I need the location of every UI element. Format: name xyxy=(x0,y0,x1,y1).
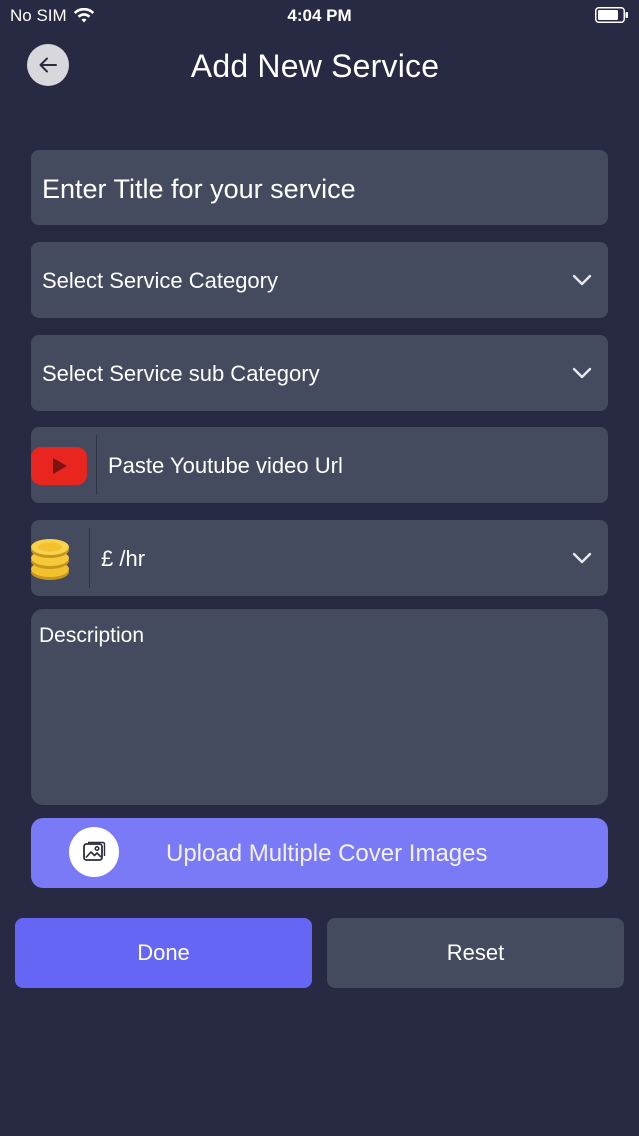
done-label: Done xyxy=(137,940,190,965)
service-subcategory-placeholder: Select Service sub Category xyxy=(42,361,320,386)
upload-label: Upload Multiple Cover Images xyxy=(166,840,488,867)
battery-icon xyxy=(595,7,628,23)
rate-value: £ /hr xyxy=(101,546,146,571)
description-placeholder: Description xyxy=(39,624,145,647)
page-title: Add New Service xyxy=(190,48,440,84)
description-textarea[interactable]: Description xyxy=(31,609,608,805)
done-button[interactable]: Done xyxy=(15,918,312,988)
reset-label: Reset xyxy=(446,940,505,965)
service-category-select[interactable]: Select Service Category xyxy=(31,242,608,318)
status-time: 4:04 PM xyxy=(287,6,352,25)
chevron-down-icon xyxy=(572,274,592,286)
service-category-placeholder: Select Service Category xyxy=(42,268,278,293)
field-divider xyxy=(89,528,90,588)
upload-cover-images-button[interactable]: Upload Multiple Cover Images xyxy=(31,818,608,888)
youtube-icon xyxy=(31,447,87,485)
field-divider xyxy=(96,435,97,495)
upload-icon-circle xyxy=(69,827,119,877)
youtube-url-input[interactable]: Paste Youtube video Url xyxy=(31,427,608,503)
image-icon xyxy=(83,841,106,861)
header: Add New Service xyxy=(0,36,639,100)
chevron-down-icon xyxy=(572,367,592,379)
service-title-input[interactable]: Enter Title for your service xyxy=(31,150,608,225)
youtube-url-placeholder: Paste Youtube video Url xyxy=(108,453,343,478)
service-title-placeholder: Enter Title for your service xyxy=(42,174,356,204)
rate-select[interactable]: £ /hr xyxy=(31,520,608,596)
chevron-down-icon xyxy=(572,552,592,564)
coins-icon xyxy=(31,539,69,580)
service-subcategory-select[interactable]: Select Service sub Category xyxy=(31,335,608,411)
status-bar: No SIM 4:04 PM xyxy=(0,0,639,34)
reset-button[interactable]: Reset xyxy=(327,918,624,988)
